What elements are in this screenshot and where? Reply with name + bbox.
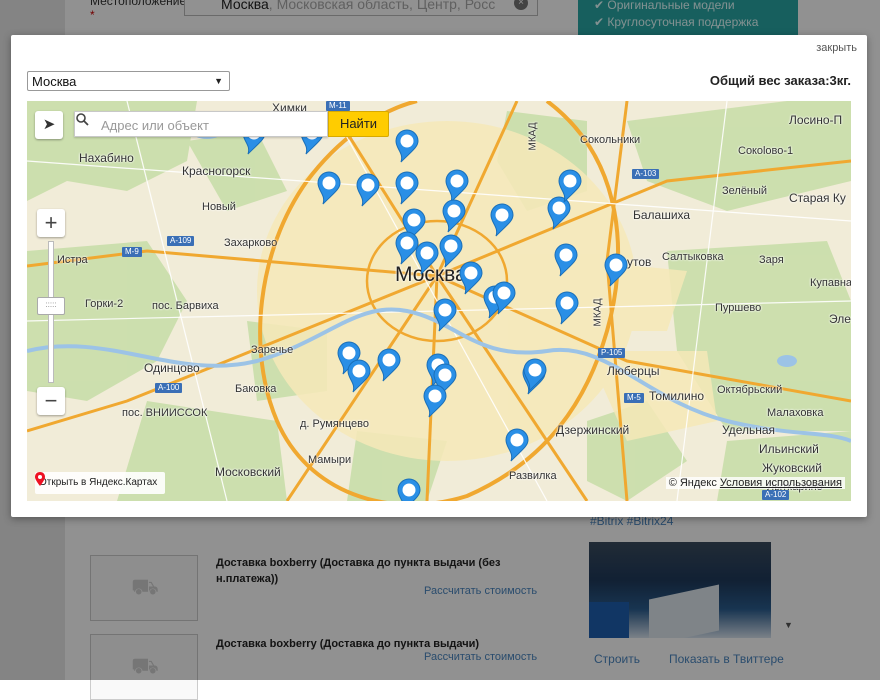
map-label: Томилино xyxy=(649,389,705,403)
city-select[interactable]: Москва ▼ xyxy=(27,71,230,91)
map-label: Заря xyxy=(759,254,784,266)
pickup-point-marker[interactable] xyxy=(377,348,401,382)
pickup-point-marker[interactable] xyxy=(395,171,419,205)
yandex-pin-icon xyxy=(35,472,45,486)
close-link[interactable]: закрыть xyxy=(816,42,857,54)
map-label: Истра xyxy=(57,254,88,266)
pickup-point-marker[interactable] xyxy=(317,171,341,205)
open-yandex-label: Открыть в Яндекс.Картах xyxy=(39,477,158,488)
pickup-point-marker[interactable] xyxy=(459,261,483,295)
city-select-value: Москва xyxy=(32,74,77,89)
road-sign: М-9 xyxy=(122,247,142,257)
map-label: Зелёный xyxy=(722,185,768,197)
pickup-point-marker[interactable] xyxy=(356,173,380,207)
map-label: Горки-2 xyxy=(85,298,124,310)
map-label: Малаховка xyxy=(767,407,824,419)
pickup-point-marker[interactable] xyxy=(442,199,466,233)
map-label: Баковка xyxy=(235,383,277,395)
map-label: д. Румянцево xyxy=(300,418,369,430)
map-label: Красногорск xyxy=(182,164,251,178)
map-label: Удельная xyxy=(722,423,776,437)
map-search xyxy=(74,111,328,138)
road-sign: М-11 xyxy=(326,101,350,111)
pickup-point-marker[interactable] xyxy=(423,384,447,418)
pickup-point-marker[interactable] xyxy=(490,203,514,237)
map-label: Дзержинский xyxy=(556,423,630,437)
map-label: Лосино-П xyxy=(789,113,843,127)
map-label: Развилка xyxy=(509,470,557,482)
map-copyright: © Яндекс Условия использования xyxy=(665,477,845,489)
map-label: Сокolово-1 xyxy=(738,145,794,157)
map-label: Жуковский xyxy=(762,461,822,475)
terms-link[interactable]: Условия использования xyxy=(720,477,842,489)
search-icon xyxy=(76,113,89,126)
pickup-point-marker[interactable] xyxy=(395,129,419,163)
map-label: Одинцово xyxy=(144,361,200,375)
map-search-input[interactable] xyxy=(99,112,327,138)
map-label: Заречье xyxy=(251,344,294,356)
open-yandex-maps-link[interactable]: Открыть в Яндекс.Картах xyxy=(35,472,166,494)
road-sign: А-102 xyxy=(762,490,790,500)
yandex-map[interactable]: Москва Химки Нахабино Красногорск Новый … xyxy=(27,101,851,501)
map-label: Московский xyxy=(215,465,281,479)
map-label: Старая Ку xyxy=(789,191,846,205)
road-label: МКАД xyxy=(592,298,604,327)
map-label: Нахабино xyxy=(79,151,134,165)
pickup-point-marker[interactable] xyxy=(604,253,628,287)
map-label: Мамыри xyxy=(308,454,352,466)
pickup-point-marker[interactable] xyxy=(505,428,529,462)
pickup-point-marker[interactable] xyxy=(433,298,457,332)
pickup-point-marker[interactable] xyxy=(523,358,547,392)
pickup-point-marker[interactable] xyxy=(415,241,439,275)
map-label: Балашиха xyxy=(633,208,691,222)
road-sign: А-103 xyxy=(632,169,660,179)
chevron-down-icon: ▼ xyxy=(214,76,223,86)
pickup-point-marker[interactable] xyxy=(445,169,469,203)
pickup-point-marker[interactable] xyxy=(397,478,421,501)
pickup-point-marker[interactable] xyxy=(558,169,582,203)
map-label: Эле xyxy=(829,312,851,326)
zoom-in-button[interactable]: + xyxy=(37,209,65,237)
road-label: МКАД xyxy=(527,122,539,151)
map-label: Октябрьский xyxy=(717,384,783,396)
pickup-point-marker[interactable] xyxy=(555,291,579,325)
road-sign: М-5 xyxy=(624,393,644,403)
pickup-point-marker[interactable] xyxy=(492,281,516,315)
map-label: пос. Барвиха xyxy=(152,300,219,312)
pickup-point-marker[interactable] xyxy=(554,243,578,277)
map-label: пос. ВНИИССОК xyxy=(122,407,208,419)
zoom-slider-handle[interactable]: ::::: xyxy=(37,297,65,315)
zoom-out-button[interactable]: − xyxy=(37,387,65,415)
map-label: Купавна xyxy=(810,277,851,289)
road-sign: Р-105 xyxy=(598,348,626,358)
road-sign: А-100 xyxy=(155,383,183,393)
map-label: Сокольники xyxy=(580,134,641,146)
map-label: Новый xyxy=(202,201,236,213)
order-weight: Общий вес заказа:3кг. xyxy=(709,73,851,88)
map-label: Захарково xyxy=(224,237,278,249)
map-label: Пуршево xyxy=(715,302,762,314)
find-button[interactable]: Найти xyxy=(328,111,389,137)
geolocation-icon[interactable]: ➤ xyxy=(35,111,63,139)
map-label: Салтыковка xyxy=(662,251,724,263)
road-sign: А-109 xyxy=(167,236,195,246)
map-label: Ильинский xyxy=(759,442,819,456)
pickup-point-marker[interactable] xyxy=(347,359,371,393)
pickup-map-modal: закрыть Москва ▼ Общий вес заказа:3кг. М… xyxy=(11,35,867,517)
map-label: Люберцы xyxy=(607,364,660,378)
